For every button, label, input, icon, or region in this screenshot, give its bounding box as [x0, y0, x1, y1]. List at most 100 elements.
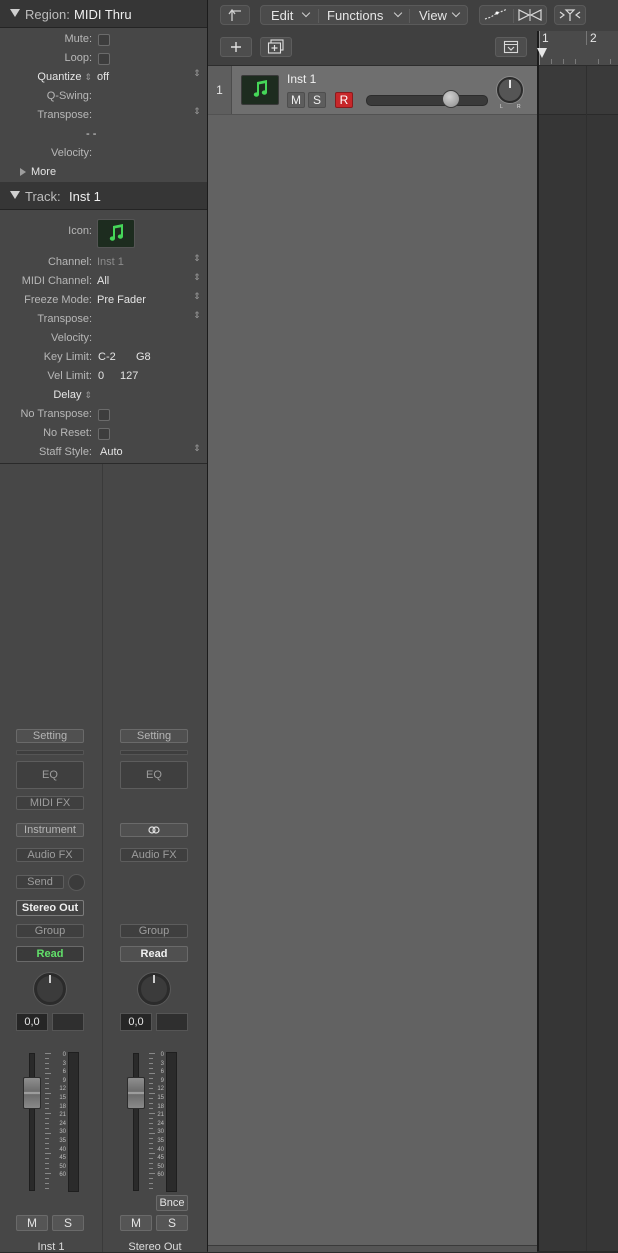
- knob-indicator: [153, 975, 155, 983]
- fader-tick: [45, 1078, 49, 1079]
- disclosure-triangle-icon[interactable]: [20, 168, 26, 176]
- right-balance-knob[interactable]: [138, 973, 170, 1005]
- key-limit-low[interactable]: C-2: [98, 351, 116, 363]
- left-send-slot[interactable]: Send: [16, 875, 64, 889]
- mute-checkbox[interactable]: [98, 34, 110, 46]
- midi-channel-value[interactable]: All: [97, 275, 109, 287]
- track-delay-row[interactable]: Delay ⇕: [0, 386, 207, 405]
- left-strip-name[interactable]: Inst 1: [0, 1241, 102, 1253]
- channel-value[interactable]: Inst 1: [97, 256, 124, 268]
- track-record-button[interactable]: R: [335, 92, 353, 108]
- left-midi-fx-slot[interactable]: MIDI FX: [16, 796, 84, 810]
- left-mute-button[interactable]: M: [16, 1215, 48, 1231]
- track-mute-button[interactable]: M: [287, 92, 305, 108]
- left-fader-track[interactable]: [29, 1053, 35, 1191]
- track-transpose-row[interactable]: Transpose: ⇕: [0, 310, 207, 329]
- track-icon-button[interactable]: [97, 219, 135, 248]
- fine-tune-value[interactable]: - -: [86, 128, 96, 140]
- vel-limit-high[interactable]: 127: [120, 370, 138, 382]
- timeline-area[interactable]: 1 2: [537, 31, 618, 1251]
- back-arrow-icon: [228, 8, 241, 21]
- flex-bowtie-icon[interactable]: [517, 8, 543, 22]
- left-eq-button[interactable]: EQ: [16, 761, 84, 789]
- right-strip-name[interactable]: Stereo Out: [104, 1241, 206, 1253]
- track-volume-slider[interactable]: [366, 95, 488, 106]
- disclosure-triangle-icon[interactable]: [10, 191, 20, 199]
- send-level-knob[interactable]: [68, 874, 85, 891]
- right-audio-fx-slot[interactable]: Audio FX: [120, 848, 188, 862]
- vel-limit-low[interactable]: 0: [98, 370, 104, 382]
- meter-scale-label: 12: [157, 1086, 164, 1093]
- track-header[interactable]: 1 Inst 1 M S R L R: [208, 66, 537, 115]
- track-pan-knob[interactable]: [497, 77, 523, 103]
- track-inspector-header[interactable]: Track: Inst 1: [0, 182, 207, 210]
- automation-curve-icon[interactable]: [483, 8, 509, 22]
- left-output-slot[interactable]: Stereo Out: [16, 900, 84, 916]
- track-volume-thumb[interactable]: [442, 90, 460, 108]
- left-audio-fx-slot[interactable]: Audio FX: [16, 848, 84, 862]
- region-parameters: Mute: Loop: Quantize ⇕ off ⇕ Q-Swing: Tra…: [0, 28, 207, 182]
- quantize-label[interactable]: Quantize ⇕: [37, 71, 92, 83]
- key-limit-high[interactable]: G8: [136, 351, 151, 363]
- track-name[interactable]: Inst 1: [287, 72, 316, 86]
- edit-menu[interactable]: Edit: [271, 8, 293, 23]
- left-solo-button[interactable]: S: [52, 1215, 84, 1231]
- bounce-button[interactable]: Bnce: [156, 1195, 188, 1211]
- region-quantize-row[interactable]: Quantize ⇕ off ⇕: [0, 68, 207, 87]
- left-volume-display[interactable]: 0,0: [16, 1013, 48, 1031]
- delay-label[interactable]: Delay ⇕: [53, 389, 92, 401]
- functions-menu[interactable]: Functions: [327, 8, 383, 23]
- view-menu[interactable]: View: [419, 8, 447, 23]
- freeze-mode-value[interactable]: Pre Fader: [97, 294, 146, 306]
- track-solo-button[interactable]: S: [308, 92, 326, 108]
- right-group-slot[interactable]: Group: [120, 924, 188, 938]
- channel-strips: Setting EQ MIDI FX Instrument Audio FX S…: [0, 463, 207, 1253]
- right-fader-track[interactable]: [133, 1053, 139, 1191]
- no-reset-checkbox[interactable]: [98, 428, 110, 440]
- track-icon[interactable]: [241, 75, 279, 105]
- right-eq-button[interactable]: EQ: [120, 761, 188, 789]
- loop-checkbox[interactable]: [98, 53, 110, 65]
- bar-ruler[interactable]: 1 2: [537, 31, 618, 66]
- right-setting-button[interactable]: Setting: [120, 729, 188, 743]
- left-pan-knob[interactable]: [34, 973, 66, 1005]
- right-solo-button[interactable]: S: [156, 1215, 188, 1231]
- more-label[interactable]: More: [31, 166, 56, 178]
- back-button[interactable]: [220, 5, 250, 25]
- right-volume-fader[interactable]: [127, 1077, 145, 1109]
- right-automation-mode[interactable]: Read: [120, 946, 188, 962]
- right-mute-button[interactable]: M: [120, 1215, 152, 1231]
- region-header[interactable]: Region: MIDI Thru: [0, 0, 207, 28]
- left-instrument-slot[interactable]: Instrument: [16, 823, 84, 837]
- track-freeze-mode-row[interactable]: Freeze Mode: Pre Fader ⇕: [0, 291, 207, 310]
- region-fine-row[interactable]: - -: [0, 125, 207, 144]
- meter-scale-label: 6: [62, 1069, 66, 1076]
- global-tracks-button[interactable]: [495, 37, 527, 57]
- left-setting-button[interactable]: Setting: [16, 729, 84, 743]
- track-lane[interactable]: [539, 66, 618, 115]
- add-track-button[interactable]: [220, 37, 252, 57]
- left-automation-mode[interactable]: Read: [16, 946, 84, 962]
- playhead-marker[interactable]: [537, 48, 547, 58]
- region-transpose-row[interactable]: Transpose: ⇕: [0, 106, 207, 125]
- left-volume-fader[interactable]: [23, 1077, 41, 1109]
- right-volume-display[interactable]: 0,0: [120, 1013, 152, 1031]
- track-key-limit-row[interactable]: Key Limit: C-2 G8: [0, 348, 207, 367]
- track-channel-row[interactable]: Channel: Inst 1 ⇕: [0, 253, 207, 272]
- track-midi-channel-row[interactable]: MIDI Channel: All ⇕: [0, 272, 207, 291]
- disclosure-triangle-icon[interactable]: [10, 9, 20, 17]
- right-stereo-link-button[interactable]: [120, 823, 188, 837]
- right-level-meter: [166, 1052, 177, 1192]
- track-staff-style-row[interactable]: Staff Style: Auto ⇕: [0, 443, 207, 462]
- left-group-slot[interactable]: Group: [16, 924, 84, 938]
- duplicate-track-button[interactable]: [260, 37, 292, 57]
- region-header-label: Region:: [25, 7, 70, 22]
- region-more-row[interactable]: More: [0, 163, 207, 182]
- track-vel-limit-row[interactable]: Vel Limit: 0 127: [0, 367, 207, 386]
- fader-tick: [45, 1083, 49, 1084]
- snap-tools-button[interactable]: [554, 5, 586, 25]
- no-transpose-checkbox[interactable]: [98, 409, 110, 421]
- quantize-value[interactable]: off: [97, 71, 109, 83]
- staff-style-value[interactable]: Auto: [100, 446, 123, 458]
- fader-tick: [45, 1073, 51, 1074]
